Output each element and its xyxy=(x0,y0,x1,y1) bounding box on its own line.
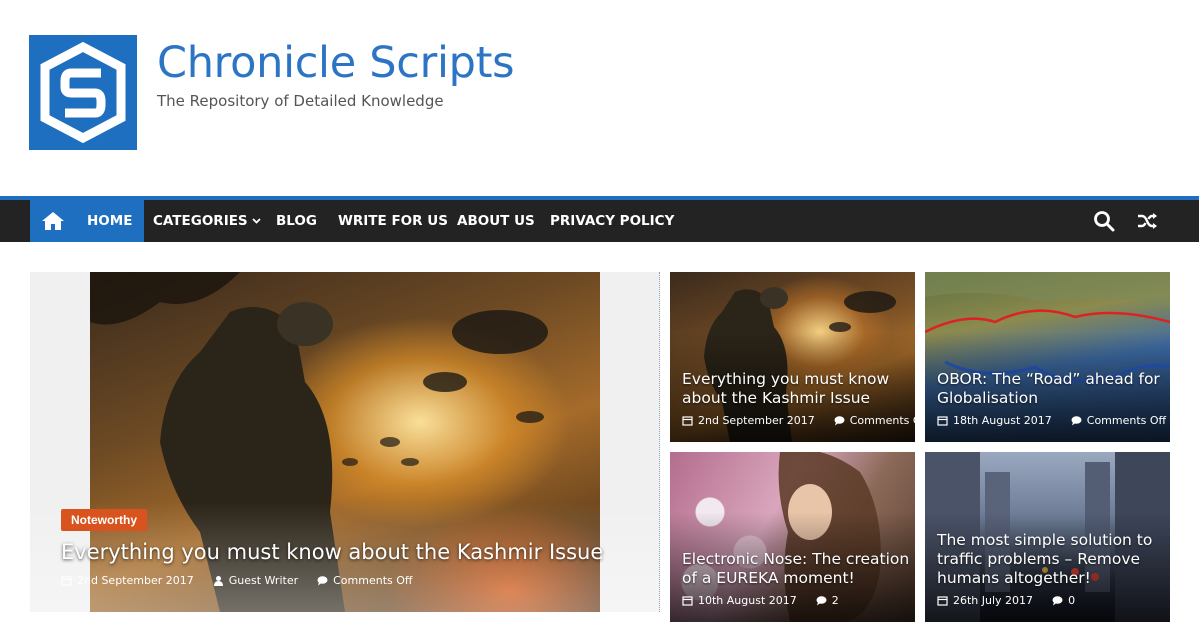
post-date[interactable]: 2nd September 2017 xyxy=(77,574,194,587)
column-divider xyxy=(659,272,660,612)
post-card[interactable]: OBOR: The “Road” ahead for Globalisation… xyxy=(925,272,1170,442)
nav-item-home[interactable]: HOME xyxy=(75,200,145,242)
featured-post-title[interactable]: Everything you must know about the Kashm… xyxy=(61,540,603,564)
nav-item-write-for-us[interactable]: WRITE FOR US xyxy=(338,200,448,242)
post-author[interactable]: Guest Writer xyxy=(229,574,298,587)
nav-item-categories[interactable]: CATEGORIES xyxy=(153,200,261,242)
comment-icon xyxy=(1052,596,1063,606)
chevron-down-icon xyxy=(252,218,261,224)
comment-icon xyxy=(834,416,845,426)
post-card-meta: 2nd September 2017 Comments Off xyxy=(682,414,915,427)
comment-icon xyxy=(816,596,827,606)
calendar-icon xyxy=(61,576,72,586)
post-comments[interactable]: 2 xyxy=(832,594,839,607)
post-comments[interactable]: Comments Off xyxy=(1087,414,1166,427)
site-title[interactable]: Chronicle Scripts xyxy=(157,38,515,88)
user-icon xyxy=(213,576,223,586)
post-card-title[interactable]: OBOR: The “Road” ahead for Globalisation xyxy=(937,370,1165,408)
nav-home-button[interactable] xyxy=(30,200,75,242)
post-card-meta: 26th July 2017 0 xyxy=(937,594,1075,607)
post-card-title[interactable]: The most simple solution to traffic prob… xyxy=(937,531,1165,588)
main-navigation: HOME CATEGORIES BLOG WRITE FOR US ABOUT … xyxy=(0,196,1199,242)
post-card-title[interactable]: Everything you must know about the Kashm… xyxy=(682,370,910,408)
shuffle-icon[interactable] xyxy=(1136,210,1158,232)
category-badge[interactable]: Noteworthy xyxy=(61,509,147,531)
post-date[interactable]: 18th August 2017 xyxy=(953,414,1052,427)
calendar-icon xyxy=(937,416,948,426)
home-icon xyxy=(41,212,64,230)
site-tagline: The Repository of Detailed Knowledge xyxy=(157,92,444,110)
post-date[interactable]: 10th August 2017 xyxy=(698,594,797,607)
post-comments[interactable]: Comments Off xyxy=(850,414,915,427)
nav-item-about-us[interactable]: ABOUT US xyxy=(457,200,535,242)
featured-post[interactable]: Noteworthy Everything you must know abou… xyxy=(30,272,660,612)
calendar-icon xyxy=(682,416,693,426)
post-card-meta: 10th August 2017 2 xyxy=(682,594,839,607)
post-comments[interactable]: Comments Off xyxy=(333,574,412,587)
cs-logo-icon xyxy=(40,41,126,144)
post-date[interactable]: 2nd September 2017 xyxy=(698,414,815,427)
post-date[interactable]: 26th July 2017 xyxy=(953,594,1033,607)
calendar-icon xyxy=(937,596,948,606)
post-comments[interactable]: 0 xyxy=(1068,594,1075,607)
post-card[interactable]: The most simple solution to traffic prob… xyxy=(925,452,1170,622)
nav-item-privacy-policy[interactable]: PRIVACY POLICY xyxy=(550,200,674,242)
search-icon[interactable] xyxy=(1093,210,1115,232)
comment-icon xyxy=(1071,416,1082,426)
post-card[interactable]: Electronic Nose: The creation of a EUREK… xyxy=(670,452,915,622)
post-card-meta: 18th August 2017 Comments Off xyxy=(937,414,1166,427)
post-card-title[interactable]: Electronic Nose: The creation of a EUREK… xyxy=(682,550,910,588)
featured-post-meta: 2nd September 2017 Guest Writer Comments… xyxy=(61,574,412,587)
calendar-icon xyxy=(682,596,693,606)
nav-item-blog[interactable]: BLOG xyxy=(276,200,317,242)
comment-icon xyxy=(317,576,328,586)
site-logo[interactable] xyxy=(29,35,137,150)
nav-item-categories-label: CATEGORIES xyxy=(153,213,248,229)
post-card[interactable]: Everything you must know about the Kashm… xyxy=(670,272,915,442)
